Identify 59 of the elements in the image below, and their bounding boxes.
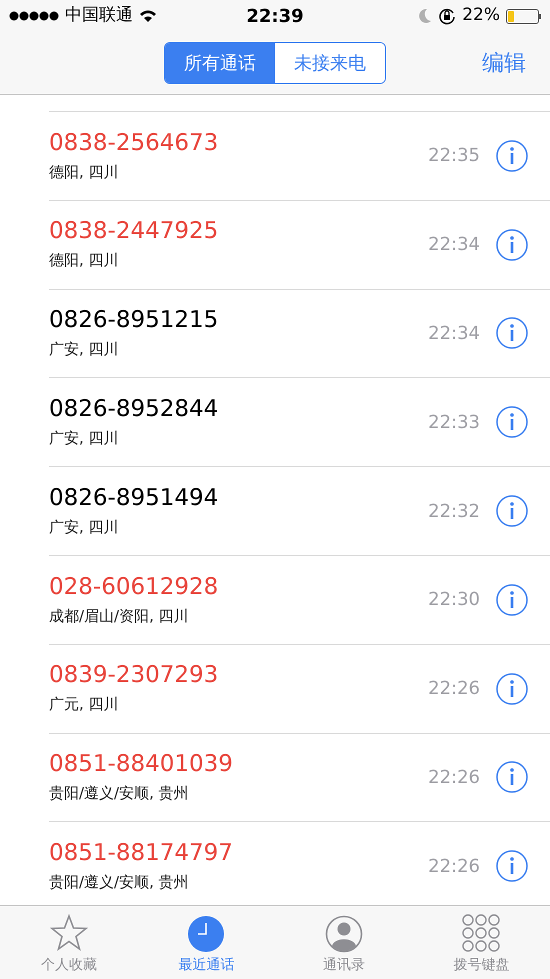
- keypad-icon: [462, 913, 500, 953]
- moon-icon: [418, 8, 432, 24]
- call-row[interactable]: 028-60612928 成都/眉山/资阳, 四川 22:30: [49, 556, 550, 645]
- info-icon[interactable]: [496, 495, 528, 528]
- call-row[interactable]: 0826-8951494 广安, 四川 22:32: [49, 467, 550, 556]
- phone-number: 0838-2447925: [49, 217, 220, 246]
- call-row[interactable]: 0826-8952844 广安, 四川 22:33: [49, 378, 550, 468]
- call-row[interactable]: 0851-88401039 贵阳/遵义/安顺, 贵州 22:26: [49, 734, 550, 822]
- call-location: 德阳, 四川: [49, 162, 120, 183]
- phone-number: 0839-2307293: [49, 661, 220, 690]
- call-time: 22:26: [428, 677, 480, 702]
- person-icon: [324, 915, 363, 953]
- phone-number: 0826-8951215: [49, 306, 220, 334]
- wifi-icon: [139, 9, 157, 23]
- call-time: 22:32: [428, 500, 480, 524]
- call-time: 22:35: [428, 144, 480, 168]
- info-icon[interactable]: [496, 317, 528, 350]
- phone-number: 0851-88174797: [49, 839, 234, 868]
- info-icon[interactable]: [496, 406, 528, 438]
- phone-number: 028-60612928: [49, 572, 220, 601]
- signal-icon: [9, 11, 59, 21]
- info-icon[interactable]: [496, 584, 528, 616]
- call-location: 广安, 四川: [49, 339, 120, 360]
- clock-time: 22:39: [246, 4, 304, 28]
- call-time: 22:26: [428, 854, 480, 879]
- carrier-name: 中国联通: [65, 4, 133, 28]
- battery-percent: 22%: [462, 4, 500, 28]
- segment-tab[interactable]: 所有通话: [165, 43, 275, 83]
- info-icon[interactable]: [496, 140, 528, 172]
- call-row[interactable]: 0839-2307293 广元, 四川 22:26: [49, 644, 550, 734]
- call-time: 22:33: [428, 410, 480, 435]
- info-icon[interactable]: [496, 228, 528, 261]
- call-location: 广安, 四川: [49, 516, 120, 538]
- call-location: 成都/眉山/资阳, 四川: [49, 606, 190, 627]
- call-time: 22:34: [428, 233, 480, 258]
- call-location: 广安, 四川: [49, 428, 120, 450]
- star-icon: [48, 913, 89, 953]
- rotation-lock-icon: [438, 7, 456, 25]
- segment-tab[interactable]: 未接来电: [275, 43, 385, 83]
- phone-number: 0851-88401039: [49, 750, 234, 778]
- info-icon[interactable]: [496, 672, 528, 705]
- call-time: 22:26: [428, 766, 480, 790]
- info-icon[interactable]: [496, 850, 528, 882]
- phone-number: 0826-8951494: [49, 484, 220, 512]
- call-row[interactable]: 0838-2447925 德阳, 四川 22:34: [49, 200, 550, 290]
- info-icon[interactable]: [496, 761, 528, 794]
- call-row[interactable]: 0826-8951215 广安, 四川 22:34: [49, 290, 550, 378]
- call-location: 德阳, 四川: [49, 250, 120, 272]
- phone-number: 0838-2564673: [49, 128, 220, 157]
- clock-icon: [187, 915, 226, 953]
- tab-bar-item[interactable]: 最近通话: [138, 906, 275, 979]
- call-row[interactable]: 0838-2564673 德阳, 四川 22:35: [49, 112, 550, 201]
- call-location: 贵阳/遵义/安顺, 贵州: [49, 872, 190, 894]
- call-time: 22:34: [428, 322, 480, 346]
- phone-number: 0826-8952844: [49, 395, 220, 424]
- call-location: 广元, 四川: [49, 694, 120, 716]
- call-time: 22:30: [428, 588, 480, 612]
- edit-button[interactable]: 编辑: [482, 46, 526, 80]
- call-location: 贵阳/遵义/安顺, 贵州: [49, 783, 190, 804]
